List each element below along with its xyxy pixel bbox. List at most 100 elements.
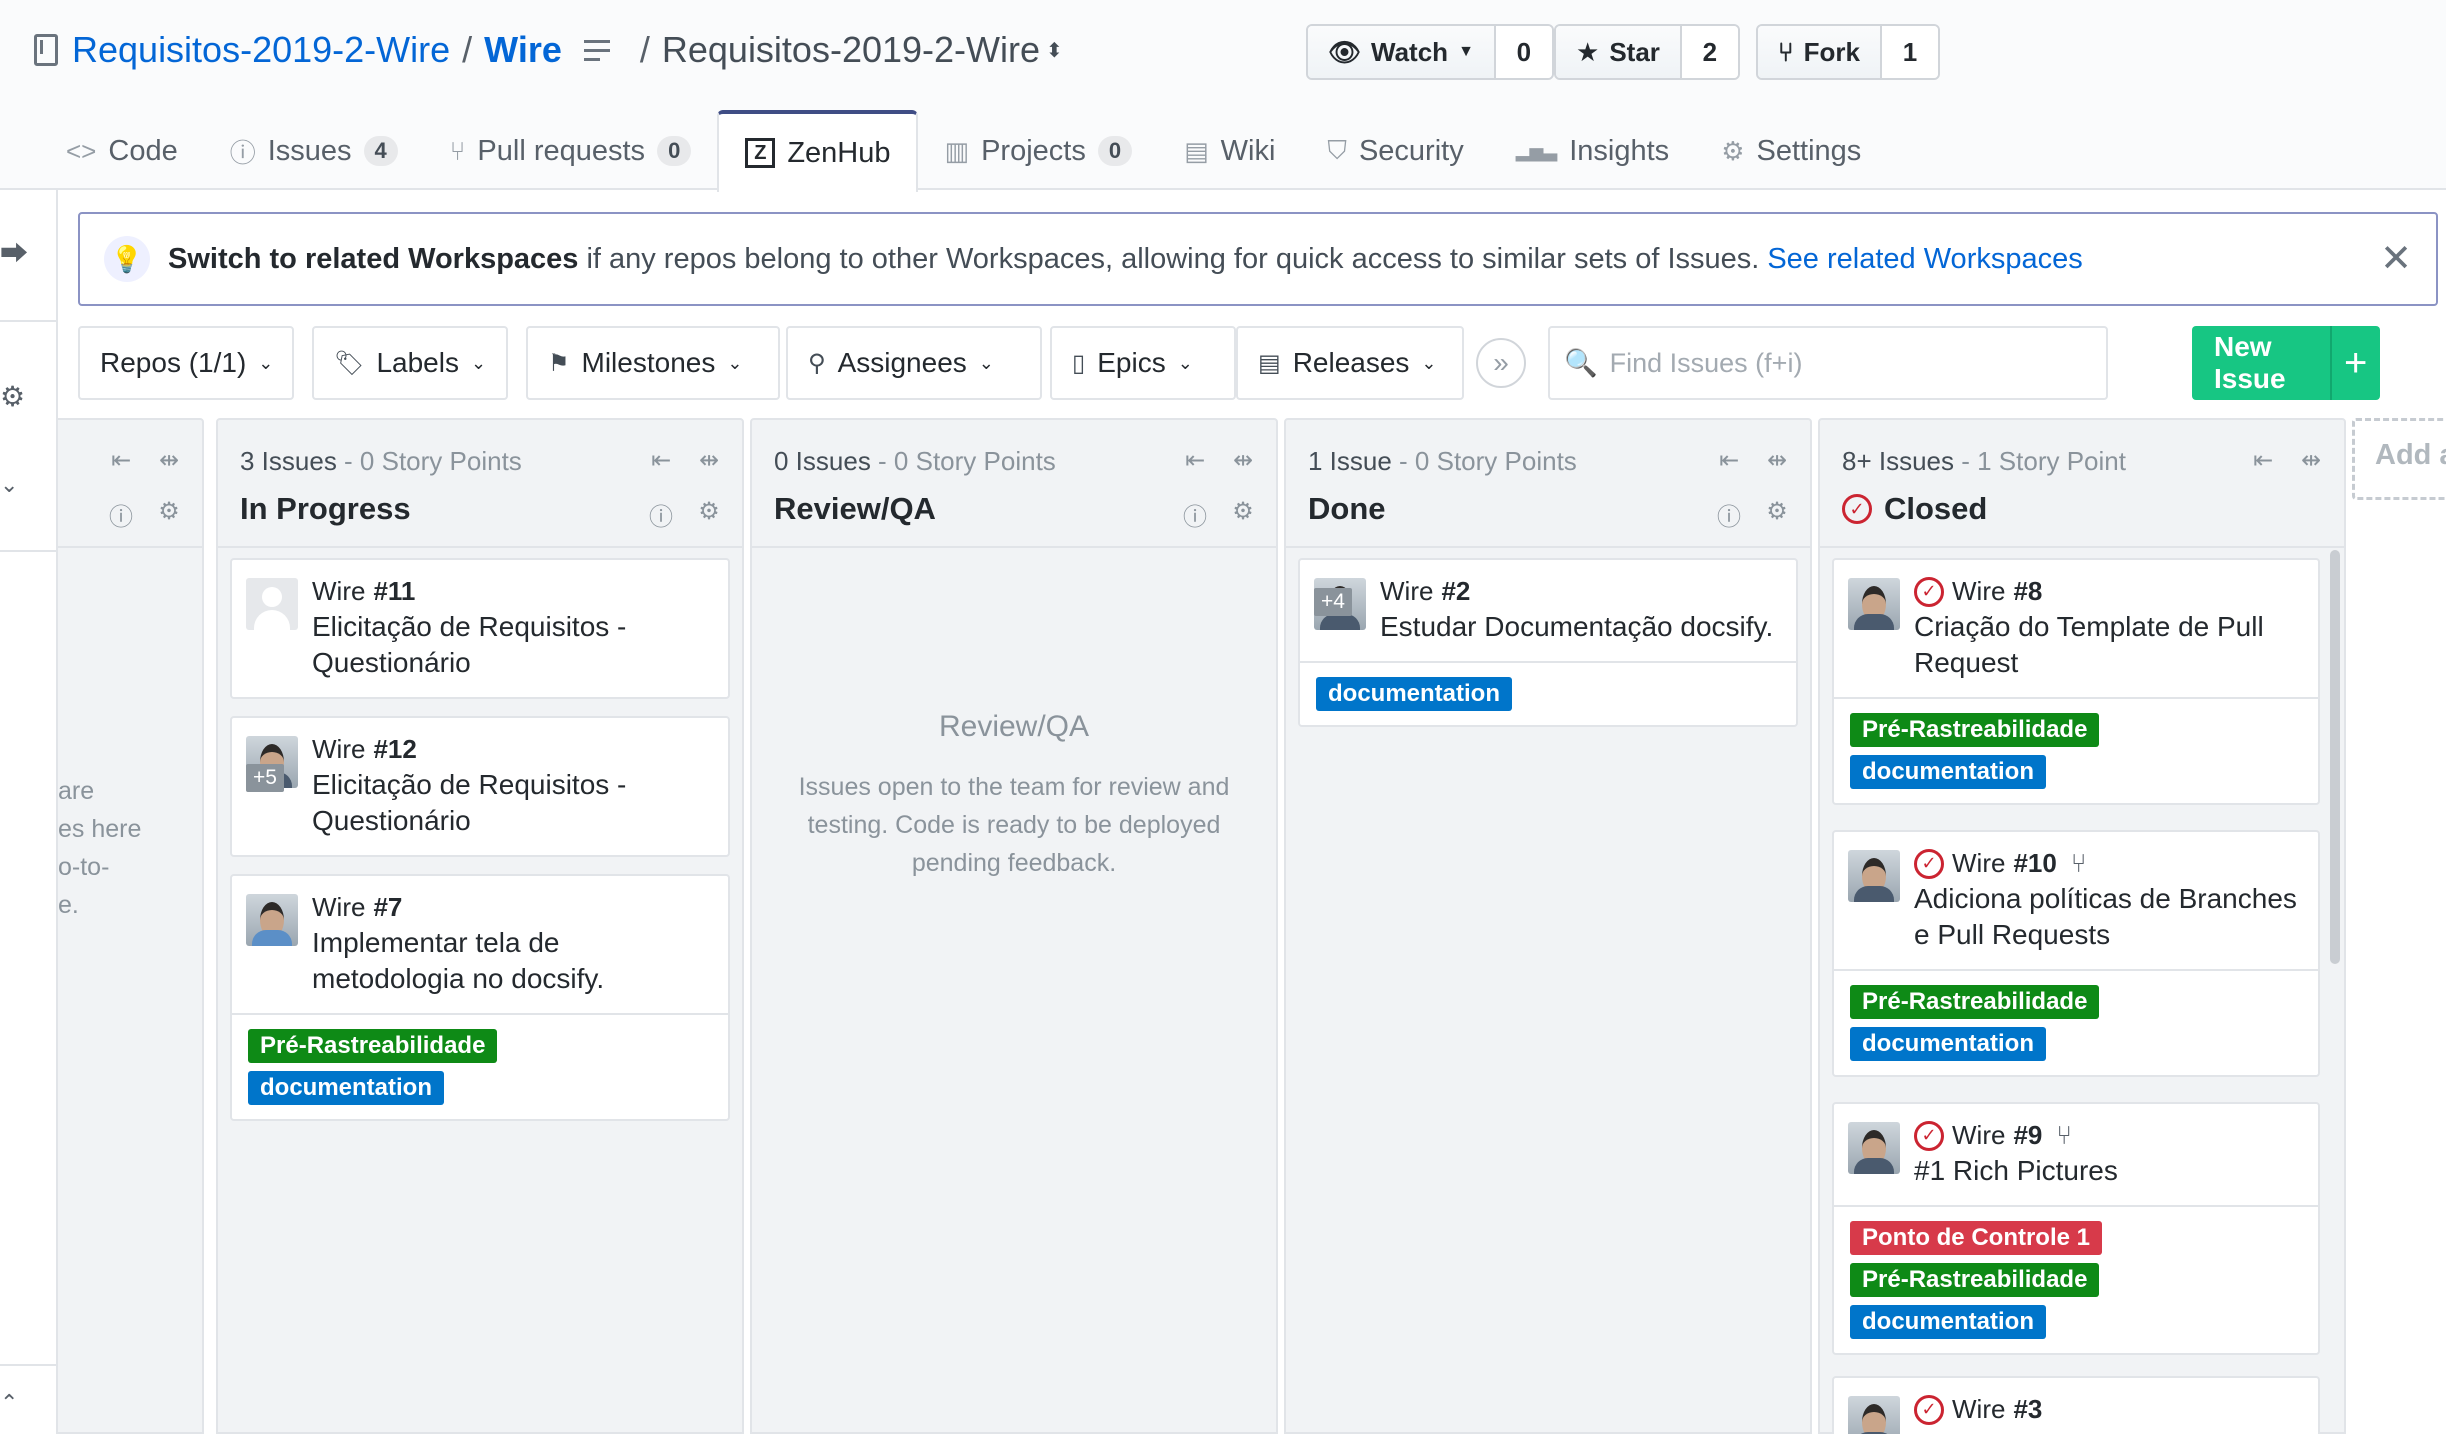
repo-name-link[interactable]: Wire xyxy=(484,29,562,71)
expand-filters-icon[interactable]: » xyxy=(1476,338,1526,388)
eye-icon: 👁 xyxy=(1328,36,1362,67)
epics-filter-button[interactable]: ▯ Epics ⌄ xyxy=(1050,326,1236,400)
sidebar-arrow-icon[interactable]: ⮕ xyxy=(0,232,28,272)
issue-card[interactable]: Wire #11 Elicitação de Requisitos - Quest… xyxy=(230,558,730,699)
tab-zenhub[interactable]: Z ZenHub xyxy=(717,110,919,192)
label-pre-rastreabilidade[interactable]: Pré-Rastreabilidade xyxy=(1850,985,2100,1019)
issue-title[interactable]: Elicitação de Requisitos - Questionário xyxy=(312,609,710,681)
close-icon[interactable]: ✕ xyxy=(2380,236,2412,281)
releases-filter-label: Releases xyxy=(1292,347,1410,378)
issue-card[interactable]: ✓ Wire #9 ⑂ #1 Rich Pictures Ponto de Con… xyxy=(1832,1102,2320,1355)
split-icon[interactable]: ⇹ xyxy=(1230,446,1256,475)
label-pre-rastreabilidade[interactable]: Pré-Rastreabilidade xyxy=(248,1029,498,1063)
star-count[interactable]: 2 xyxy=(1681,26,1738,78)
tab-insights[interactable]: ▂▅▃ Insights xyxy=(1490,112,1695,190)
issue-card[interactable]: ✓ Wire #8 Criação do Template de Pull Req… xyxy=(1832,558,2320,805)
tab-issues[interactable]: ⓘ Issues 4 xyxy=(204,112,424,190)
sidebar-chevron-up-icon[interactable]: ⌃ xyxy=(0,1390,18,1416)
gear-icon[interactable]: ⚙ xyxy=(1764,497,1790,532)
shield-icon: ⛉ xyxy=(1327,135,1347,165)
workspace-switcher[interactable]: Requisitos-2019-2-Wire xyxy=(662,29,1040,71)
tab-pull-requests[interactable]: ⑂ Pull requests 0 xyxy=(424,112,718,190)
info-icon[interactable]: ⓘ xyxy=(648,497,674,532)
label-documentation[interactable]: documentation xyxy=(248,1071,444,1105)
repos-filter-button[interactable]: Repos (1/1) ⌄ xyxy=(78,326,294,400)
pipeline-tools: ⇤ ⇹ ⓘ ⚙ xyxy=(1182,446,1256,532)
label-pre-rastreabilidade[interactable]: Pré-Rastreabilidade xyxy=(1850,713,2100,747)
gear-icon[interactable]: ⚙ xyxy=(156,497,182,532)
issue-card[interactable]: +4 Wire #2 Estudar Documentação docsify. … xyxy=(1298,558,1798,727)
fork-icon: ⑂ xyxy=(1778,36,1794,67)
closed-issue-icon: ✓ xyxy=(1842,494,1872,524)
issue-title[interactable]: Estudar Documentação docsify. xyxy=(1380,609,1778,645)
see-related-workspaces-link[interactable]: See related Workspaces xyxy=(1767,243,2082,276)
label-documentation[interactable]: documentation xyxy=(1850,1305,2046,1339)
workspace-caret-icon[interactable]: ⬍ xyxy=(1046,38,1063,63)
banner-title: Switch to related Workspaces xyxy=(168,242,579,275)
label-documentation[interactable]: documentation xyxy=(1850,755,2046,789)
issue-title[interactable]: Criação do Template de Pull Request xyxy=(1914,609,2300,681)
issue-card[interactable]: ✓ Wire #3 xyxy=(1832,1376,2320,1434)
issue-title[interactable]: Adiciona políticas de Branches e Pull Re… xyxy=(1914,881,2300,953)
epics-filter-label: Epics xyxy=(1097,347,1166,378)
issue-card[interactable]: ✓ Wire #10 ⑂ Adiciona políticas de Branch… xyxy=(1832,830,2320,1077)
issue-title[interactable]: #1 Rich Pictures xyxy=(1914,1153,2300,1189)
info-icon[interactable]: ⓘ xyxy=(1182,497,1208,532)
labels-filter-button[interactable]: 🏷 Labels ⌄ xyxy=(312,326,508,400)
fork-count[interactable]: 1 xyxy=(1881,26,1938,78)
tab-settings[interactable]: ⚙ Settings xyxy=(1695,112,1887,190)
split-icon[interactable]: ⇹ xyxy=(1764,446,1790,475)
chevron-down-icon: ⌄ xyxy=(978,352,994,373)
assignees-filter-button[interactable]: ⚲ Assignees ⌄ xyxy=(786,326,1042,400)
avatar xyxy=(1848,1396,1900,1434)
new-issue-button[interactable]: New Issue xyxy=(2192,326,2332,400)
pipeline-scrollbar[interactable] xyxy=(2330,550,2340,964)
watch-button[interactable]: 👁 Watch ▼ xyxy=(1308,26,1496,78)
label-documentation[interactable]: documentation xyxy=(1850,1027,2046,1061)
label-documentation[interactable]: documentation xyxy=(1316,677,1512,711)
split-icon[interactable]: ⇹ xyxy=(156,446,182,475)
pipeline-name-text: Closed xyxy=(1884,491,1988,526)
pull-request-icon[interactable]: ⑂ xyxy=(2071,848,2087,879)
add-pipeline-button[interactable]: Add a xyxy=(2352,418,2446,500)
info-icon[interactable]: ⓘ xyxy=(1716,497,1742,532)
label-pre-rastreabilidade[interactable]: Pré-Rastreabilidade xyxy=(1850,1263,2100,1297)
collapse-icon[interactable]: ⇤ xyxy=(1716,446,1742,475)
issue-ref: ✓ Wire #8 xyxy=(1914,576,2300,607)
collapse-icon[interactable]: ⇤ xyxy=(108,446,134,475)
collapse-icon[interactable]: ⇤ xyxy=(648,446,674,475)
split-icon[interactable]: ⇹ xyxy=(2298,446,2324,475)
star-button[interactable]: ★ Star xyxy=(1556,26,1682,78)
split-icon[interactable]: ⇹ xyxy=(696,446,722,475)
tab-wiki[interactable]: ▤ Wiki xyxy=(1158,112,1301,190)
label-ponto-de-controle-1[interactable]: Ponto de Controle 1 xyxy=(1850,1221,2102,1255)
fork-label: Fork xyxy=(1803,36,1860,67)
gear-icon[interactable]: ⚙ xyxy=(696,497,722,532)
tab-code[interactable]: <> Code xyxy=(40,112,204,190)
releases-filter-button[interactable]: ▤ Releases ⌄ xyxy=(1236,326,1464,400)
milestones-filter-button[interactable]: ⚑ Milestones ⌄ xyxy=(526,326,780,400)
issue-card[interactable]: Wire #7 Implementar tela de metodologia n… xyxy=(230,874,730,1121)
tab-security[interactable]: ⛉ Security xyxy=(1301,112,1489,190)
repo-owner-link[interactable]: Requisitos-2019-2-Wire xyxy=(72,29,450,71)
collapse-icon[interactable]: ⇤ xyxy=(2250,446,2276,475)
collapse-icon[interactable]: ⇤ xyxy=(1182,446,1208,475)
issue-card[interactable]: +5 Wire #12 Elicitação de Requisitos - Qu… xyxy=(230,716,730,857)
issue-title[interactable]: Implementar tela de metodologia no docsi… xyxy=(312,925,710,997)
watch-count[interactable]: 0 xyxy=(1495,26,1552,78)
new-issue-plus-button[interactable]: + xyxy=(2331,326,2380,400)
tab-projects[interactable]: ▥ Projects 0 xyxy=(918,112,1158,190)
workspace-menu-icon[interactable] xyxy=(583,39,610,61)
tab-label: Insights xyxy=(1569,134,1670,167)
card-labels: Pré-Rastreabilidade documentation xyxy=(1834,697,2318,803)
fork-button[interactable]: ⑂ Fork xyxy=(1758,26,1882,78)
avatar xyxy=(1848,850,1900,902)
issue-title[interactable]: Elicitação de Requisitos - Questionário xyxy=(312,767,710,839)
sidebar-gear-icon[interactable]: ⚙ xyxy=(0,380,25,413)
tab-label: Wiki xyxy=(1220,134,1276,167)
search-input[interactable] xyxy=(1609,347,2092,379)
sidebar-chevron-down-icon[interactable]: ⌄ xyxy=(0,472,18,498)
info-icon[interactable]: ⓘ xyxy=(108,497,134,532)
gear-icon[interactable]: ⚙ xyxy=(1230,497,1256,532)
pull-request-icon[interactable]: ⑂ xyxy=(2056,1120,2072,1151)
